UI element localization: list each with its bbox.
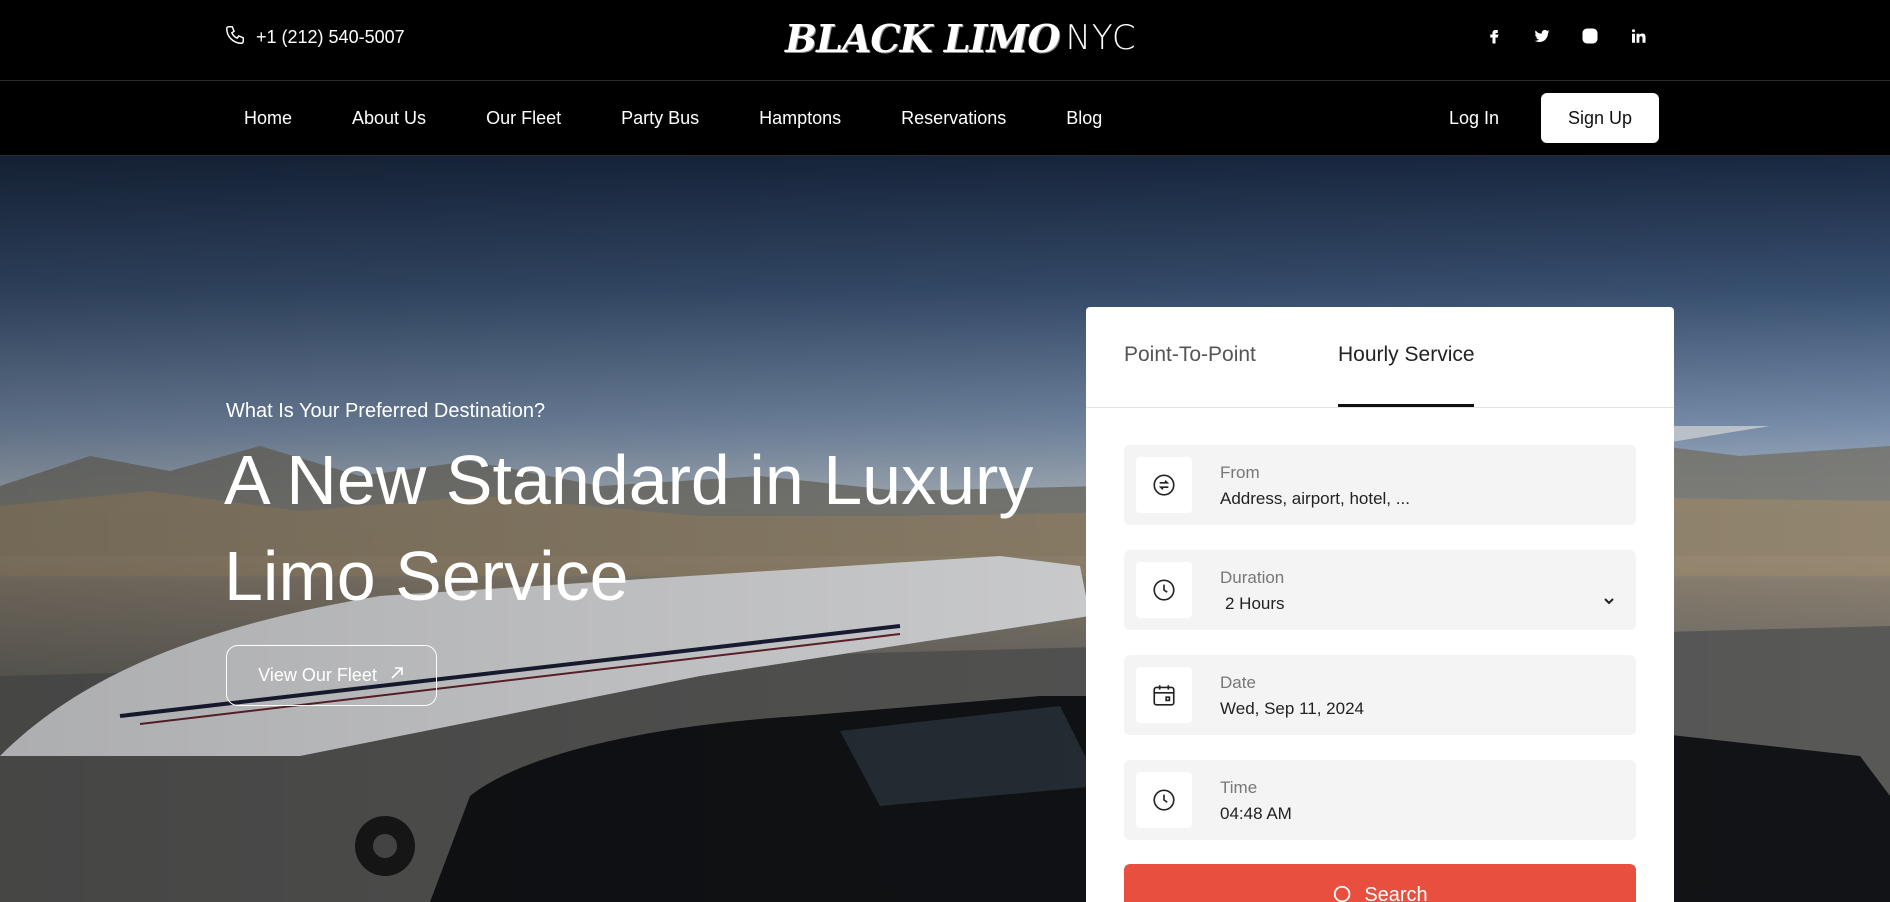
nav-item-hamptons[interactable]: Hamptons bbox=[759, 108, 841, 129]
time-label: Time bbox=[1220, 778, 1258, 797]
nav-item-our-fleet[interactable]: Our Fleet bbox=[486, 108, 561, 129]
calendar-icon bbox=[1136, 667, 1192, 723]
view-fleet-button[interactable]: View Our Fleet bbox=[226, 645, 437, 706]
date-value[interactable]: Wed, Sep 11, 2024 bbox=[1220, 699, 1364, 719]
hero-kicker: What Is Your Preferred Destination? bbox=[226, 400, 546, 422]
social-links bbox=[1484, 26, 1648, 46]
nav-item-reservations[interactable]: Reservations bbox=[901, 108, 1006, 129]
duration-select[interactable]: Duration 2 Hours bbox=[1124, 550, 1636, 630]
clock-icon bbox=[1136, 562, 1192, 618]
linkedin-icon[interactable] bbox=[1628, 26, 1648, 46]
login-link[interactable]: Log In bbox=[1449, 108, 1499, 129]
from-field[interactable]: From Address, airport, hotel, ... bbox=[1124, 445, 1636, 525]
top-bar: +1 (212) 540-5007 BLACK LIMO NYC bbox=[0, 0, 1890, 80]
nav-item-about-us[interactable]: About Us bbox=[352, 108, 426, 129]
tab-point-to-point[interactable]: Point-To-Point bbox=[1124, 343, 1256, 367]
date-label: Date bbox=[1220, 673, 1256, 692]
chevron-down-icon bbox=[1604, 598, 1614, 605]
instagram-icon[interactable] bbox=[1580, 26, 1600, 46]
phone-link[interactable]: +1 (212) 540-5007 bbox=[224, 24, 405, 51]
facebook-icon[interactable] bbox=[1484, 26, 1504, 46]
route-icon bbox=[1136, 457, 1192, 513]
signup-button[interactable]: Sign Up bbox=[1541, 93, 1659, 143]
active-tab-indicator bbox=[1338, 404, 1474, 407]
view-fleet-label: View Our Fleet bbox=[258, 665, 377, 685]
duration-value[interactable]: 2 Hours bbox=[1225, 594, 1285, 614]
nav-item-blog[interactable]: Blog bbox=[1066, 108, 1102, 129]
nav-item-party-bus[interactable]: Party Bus bbox=[621, 108, 699, 129]
nav-menu: Home About Us Our Fleet Party Bus Hampto… bbox=[244, 108, 1102, 129]
nav-item-home[interactable]: Home bbox=[244, 108, 292, 129]
date-field[interactable]: Date Wed, Sep 11, 2024 bbox=[1124, 655, 1636, 735]
from-input[interactable]: Address, airport, hotel, ... bbox=[1220, 489, 1410, 509]
booking-widget: Point-To-Point Hourly Service From Addre… bbox=[1086, 307, 1674, 902]
phone-number: +1 (212) 540-5007 bbox=[256, 27, 405, 47]
search-label: Search bbox=[1364, 884, 1428, 902]
logo-nyc: NYC bbox=[1065, 18, 1137, 58]
site-logo[interactable]: BLACK LIMO NYC bbox=[785, 14, 1137, 62]
search-icon bbox=[1332, 884, 1354, 902]
arrow-up-right-icon bbox=[389, 665, 405, 686]
from-label: From bbox=[1220, 463, 1260, 482]
hero-headline: A New Standard in Luxury Limo Service bbox=[224, 441, 1034, 615]
logo-wordmark: BLACK LIMO bbox=[785, 15, 1060, 61]
time-field[interactable]: Time 04:48 AM bbox=[1124, 760, 1636, 840]
booking-tabs: Point-To-Point Hourly Service bbox=[1086, 307, 1674, 408]
time-value[interactable]: 04:48 AM bbox=[1220, 804, 1292, 824]
search-button[interactable]: Search bbox=[1124, 864, 1636, 902]
phone-icon bbox=[224, 24, 246, 51]
duration-label: Duration bbox=[1220, 568, 1285, 587]
tab-hourly-service[interactable]: Hourly Service bbox=[1338, 343, 1475, 367]
twitter-icon[interactable] bbox=[1532, 26, 1552, 46]
clock-icon bbox=[1136, 772, 1192, 828]
